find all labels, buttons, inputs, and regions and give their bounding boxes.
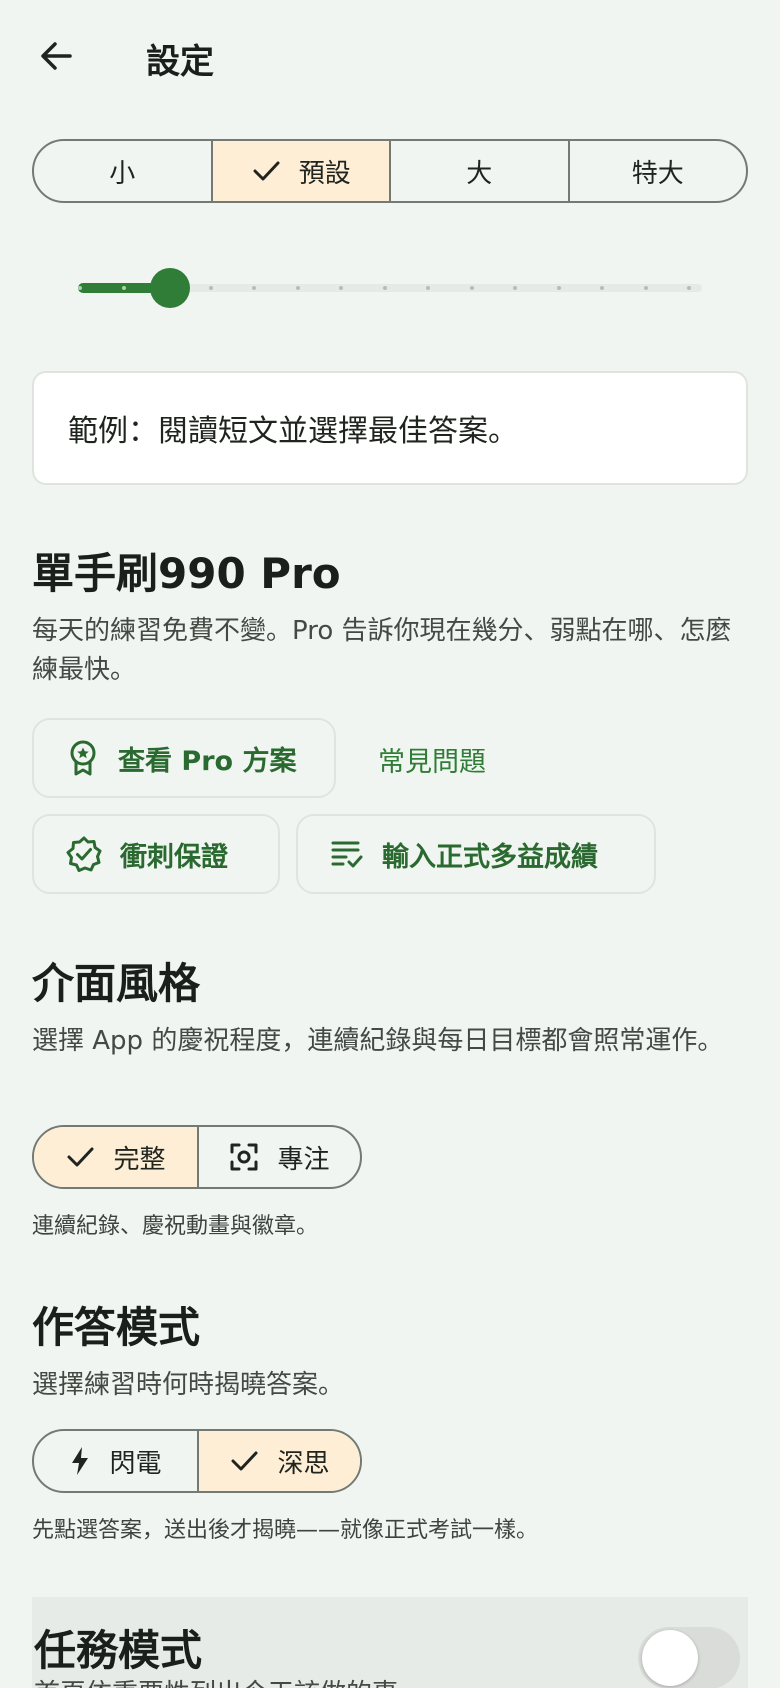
lightning-icon — [72, 1447, 89, 1475]
slider-thumb[interactable] — [150, 268, 190, 308]
toggle-knob — [642, 1630, 698, 1686]
task-mode-title: 任務模式 — [34, 1626, 203, 1675]
slider-tick — [252, 286, 256, 290]
slider-tick — [121, 286, 126, 290]
font-size-slider[interactable] — [78, 266, 702, 310]
answer-mode-lightning[interactable]: 閃電 — [34, 1431, 197, 1491]
answer-mode-selector: 閃電 深思 — [32, 1429, 362, 1493]
pro-section-title: 單手刷990 Pro — [32, 549, 341, 598]
back-button[interactable] — [30, 30, 82, 82]
sprint-guarantee-label: 衝刺保證 — [120, 841, 228, 873]
slider-tick — [382, 286, 387, 290]
font-size-large[interactable]: 大 — [389, 141, 568, 201]
ui-style-focus-label: 專注 — [277, 1144, 330, 1175]
font-size-default-label: 預設 — [298, 158, 351, 189]
ui-style-full-label: 完整 — [113, 1144, 166, 1175]
task-mode-card: 任務模式 首頁依重要性列出今天該做的事 — [32, 1597, 748, 1688]
slider-tick — [339, 286, 343, 290]
ui-style-selector: 完整 專注 — [32, 1125, 362, 1189]
ui-style-section-title: 介面風格 — [32, 959, 201, 1008]
focus-frame-icon — [230, 1143, 258, 1171]
slider-tick — [687, 286, 691, 290]
pro-description: 每天的練習免費不變。Pro 告訴你現在幾分、弱點在哪、怎麼練最快。 — [32, 616, 732, 685]
task-mode-description: 首頁依重要性列出今天該做的事 — [34, 1673, 398, 1688]
slider-tick — [295, 286, 300, 290]
answer-mode-note: 先點選答案，送出後才揭曉——就像正式考試一樣。 — [32, 1518, 539, 1543]
arrow-left-icon — [41, 42, 72, 70]
award-icon — [70, 740, 96, 776]
answer-mode-lightning-label: 閃電 — [109, 1448, 162, 1479]
font-size-preview: 範例：閱讀短文並選擇最佳答案。 — [32, 371, 748, 485]
verified-badge-icon — [66, 836, 102, 872]
checklist-icon — [331, 841, 363, 868]
font-size-extra-large-label: 特大 — [631, 158, 684, 189]
sprint-guarantee-button[interactable]: 衝刺保證 — [32, 814, 280, 894]
font-size-extra-large[interactable]: 特大 — [567, 141, 747, 201]
ui-style-note: 連續紀錄、慶祝動畫與徽章。 — [32, 1214, 319, 1239]
answer-mode-section-title: 作答模式 — [32, 1303, 201, 1352]
ui-style-description: 選擇 App 的慶祝程度，連續紀錄與每日目標都會照常運作。 — [32, 1026, 724, 1056]
font-size-small[interactable]: 小 — [34, 141, 211, 201]
font-size-default[interactable]: 預設 — [210, 141, 389, 201]
answer-mode-deliberate[interactable]: 深思 — [197, 1431, 360, 1491]
enter-toeic-score-label: 輸入正式多益成績 — [382, 841, 598, 873]
slider-tick — [556, 286, 561, 290]
page-title: 設定 — [146, 42, 214, 82]
slider-tick — [513, 286, 517, 290]
enter-toeic-score-button[interactable]: 輸入正式多益成績 — [296, 814, 656, 894]
font-size-large-label: 大 — [466, 158, 493, 189]
preview-text: 範例：閱讀短文並選擇最佳答案。 — [68, 414, 518, 449]
check-icon — [231, 1451, 258, 1471]
task-mode-toggle[interactable] — [638, 1627, 740, 1688]
slider-tick — [426, 286, 430, 290]
slider-tick — [208, 286, 213, 290]
check-icon — [253, 161, 280, 181]
font-size-selector: 小 預設 大 特大 — [32, 139, 748, 203]
ui-style-focus[interactable]: 專注 — [197, 1127, 360, 1187]
top-app-bar: 設定 — [0, 0, 780, 112]
answer-mode-description: 選擇練習時何時揭曉答案。 — [32, 1370, 345, 1400]
slider-tick — [600, 286, 604, 290]
slider-tick — [643, 286, 648, 290]
answer-mode-deliberate-label: 深思 — [277, 1448, 330, 1479]
view-pro-plans-button[interactable]: 查看 Pro 方案 — [32, 718, 336, 798]
font-size-small-label: 小 — [109, 158, 136, 189]
ui-style-full[interactable]: 完整 — [34, 1127, 197, 1187]
slider-tick — [469, 286, 474, 290]
slider-tick — [78, 286, 82, 290]
check-icon — [67, 1147, 94, 1167]
view-pro-plans-label: 查看 Pro 方案 — [118, 745, 297, 777]
faq-link[interactable]: 常見問題 — [378, 740, 486, 779]
